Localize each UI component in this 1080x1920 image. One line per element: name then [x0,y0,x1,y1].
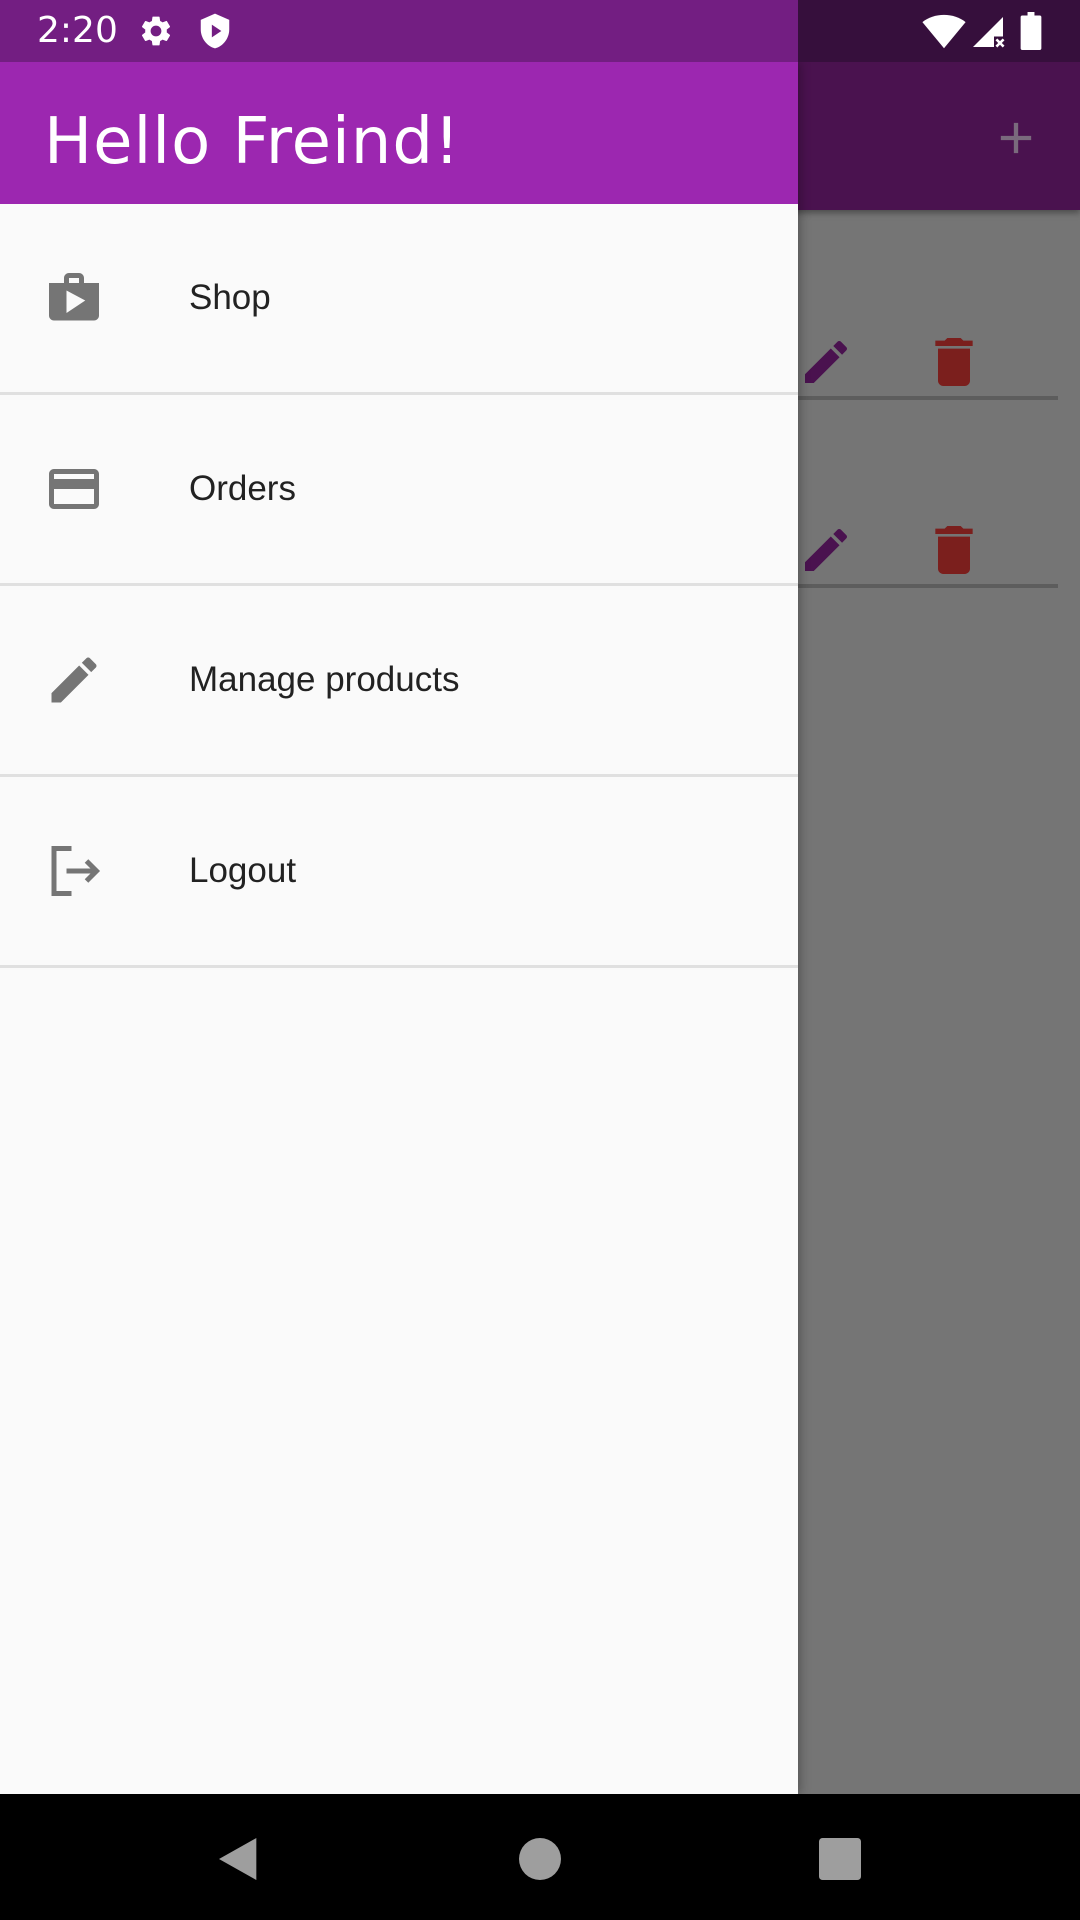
credit-card-icon [49,469,99,509]
delete-icon[interactable] [922,330,986,394]
divider [798,584,1058,588]
logout-icon [51,846,101,896]
home-icon[interactable] [512,1831,568,1887]
drawer-item-logout[interactable]: Logout [0,777,798,968]
drawer-item-label: Manage products [189,660,460,699]
divider [798,396,1058,400]
edit-icon[interactable] [798,334,854,390]
gear-icon [141,16,171,46]
signal-no-data-icon [973,17,1005,48]
battery-icon [1020,12,1042,50]
status-time: 2:20 [37,10,118,51]
drawer-item-label: Shop [189,278,271,317]
status-bar: 2:20 [0,0,1080,62]
shield-play-icon [200,13,230,49]
shop-bag-icon [49,273,99,321]
list-item [798,460,1058,648]
drawer-item-orders[interactable]: Orders [0,395,798,586]
drawer-item-shop[interactable]: Shop [0,204,798,395]
list-item [798,272,1058,460]
drawer-item-manage-products[interactable]: Manage products [0,586,798,777]
wifi-icon [922,14,966,49]
add-icon[interactable] [990,112,1042,164]
system-navigation-bar [0,1794,1080,1920]
navigation-drawer: Hello Freind! Shop Orders Manage product… [0,62,798,1794]
drawer-title: Hello Freind! [44,105,461,179]
drawer-header: Hello Freind! [0,62,798,204]
edit-icon[interactable] [798,522,854,578]
drawer-item-label: Orders [189,469,296,508]
recents-icon[interactable] [812,1831,868,1887]
delete-icon[interactable] [922,518,986,582]
back-icon[interactable] [212,1831,268,1887]
pencil-icon [51,657,97,703]
drawer-item-label: Logout [189,851,297,890]
